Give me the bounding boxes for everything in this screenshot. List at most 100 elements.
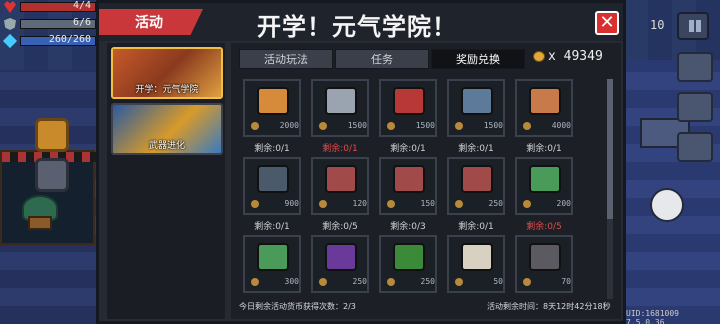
reward-slot[interactable]: 250 <box>447 157 505 215</box>
price-value: 1500 <box>483 121 503 130</box>
coin-icon <box>523 122 531 130</box>
coin-icon <box>455 200 463 208</box>
reward-slot[interactable]: 4000 <box>515 79 573 137</box>
item-price: 120 <box>317 199 367 210</box>
swap-button[interactable] <box>35 158 69 192</box>
book-icon <box>393 87 425 115</box>
reward-slot[interactable]: 70 <box>515 235 573 293</box>
event-remaining-time: 活动剩余时间：8天12时42分18秒 <box>487 302 611 311</box>
remaining-count: 剩余:0/3 <box>390 222 426 232</box>
scrollbar[interactable] <box>607 79 613 299</box>
uid-version: UID:1681009 7.5.0.36 <box>626 309 679 324</box>
event-card-weapon[interactable]: 武器进化 <box>111 103 223 155</box>
ticket-red-icon <box>461 165 493 193</box>
item-price: 250 <box>453 199 503 210</box>
coin-icon <box>387 200 395 208</box>
reward-item[interactable]: 70 <box>515 235 577 293</box>
tab-rewards[interactable]: 奖励兑换 <box>431 49 525 69</box>
remaining-count: 剩余:0/5 <box>322 222 358 232</box>
reward-slot[interactable]: 2000 <box>243 79 301 137</box>
item-price: 1500 <box>385 121 435 132</box>
scrollbar-thumb[interactable] <box>607 79 613 219</box>
price-value: 4000 <box>551 121 571 130</box>
reward-slot[interactable]: 1500 <box>379 79 437 137</box>
reward-item[interactable]: 250 <box>311 235 373 293</box>
price-value: 1500 <box>347 121 367 130</box>
reward-item[interactable]: 250 <box>379 235 441 293</box>
reward-item[interactable]: 2000 剩余:0/1 <box>243 79 305 154</box>
reward-slot[interactable]: 200 <box>515 157 573 215</box>
reward-slot[interactable]: 50 <box>447 235 505 293</box>
stick-icon <box>325 87 357 115</box>
reward-slot[interactable]: 900 <box>243 157 301 215</box>
remaining-count: 剩余:0/1 <box>390 144 426 154</box>
location-button[interactable] <box>35 118 69 152</box>
device-icon <box>461 87 493 115</box>
heart-icon <box>4 1 16 13</box>
reward-item[interactable]: 120 剩余:0/5 <box>311 157 373 232</box>
reward-slot[interactable]: 250 <box>379 235 437 293</box>
reward-item[interactable]: 50 <box>447 235 509 293</box>
reward-slot[interactable]: 250 <box>311 235 369 293</box>
tab-tasks[interactable]: 任务 <box>335 49 429 69</box>
shield-icon <box>4 18 16 30</box>
coin-icon <box>523 278 531 286</box>
event-card-school[interactable]: 开学：元气学院 <box>111 47 223 99</box>
item-price: 900 <box>249 199 299 210</box>
exchange-panel: 活动玩法 任务 奖励兑换 x 49349 2000 剩余:0/1 1500 剩余:0/… <box>231 43 621 319</box>
tab-gameplay[interactable]: 活动玩法 <box>239 49 333 69</box>
energy-icon <box>2 33 18 49</box>
reward-item[interactable]: 150 剩余:0/3 <box>379 157 441 232</box>
price-value: 250 <box>420 277 435 286</box>
close-button[interactable]: ✕ <box>595 11 619 35</box>
reward-slot[interactable]: 1500 <box>447 79 505 137</box>
armor-bar: 6/6 <box>20 17 96 29</box>
remaining-count: 剩余:0/1 <box>458 222 494 232</box>
reward-slot[interactable]: 300 <box>243 235 301 293</box>
coin-icon <box>533 51 545 62</box>
ticket-green-icon <box>529 165 561 193</box>
item-price: 50 <box>453 277 503 288</box>
ore-icon <box>529 243 561 271</box>
pause-button[interactable] <box>677 12 709 40</box>
energy-value: 260/260 <box>48 34 91 45</box>
remaining-count: 剩余:0/1 <box>254 144 290 154</box>
currency-prefix: x <box>548 49 556 64</box>
player-hud: 4/4 6/6 260/260 <box>0 0 100 51</box>
reward-item[interactable]: 4000 剩余:0/1 <box>515 79 577 154</box>
price-value: 900 <box>284 199 299 208</box>
menu-button[interactable] <box>677 52 713 82</box>
reward-slot[interactable]: 150 <box>379 157 437 215</box>
remaining-count: 剩余:0/5 <box>526 222 562 232</box>
item-price: 300 <box>249 277 299 288</box>
remaining-count: 剩余:0/1 <box>526 144 562 154</box>
character-button[interactable] <box>677 92 713 122</box>
price-value: 1500 <box>415 121 435 130</box>
stairs-button[interactable] <box>677 132 713 162</box>
coin-icon <box>319 122 327 130</box>
currency-amount: 49349 <box>563 49 603 64</box>
price-value: 70 <box>561 277 571 286</box>
modal-title: 开学！元气学院！ <box>257 13 457 41</box>
reward-item[interactable]: 200 剩余:0/5 <box>515 157 577 232</box>
reward-slot[interactable]: 1500 <box>311 79 369 137</box>
ticket-green-icon <box>257 243 289 271</box>
reward-item[interactable]: 1500 剩余:0/1 <box>447 79 509 154</box>
reward-item[interactable]: 1500 剩余:0/1 <box>379 79 441 154</box>
currency-display: x 49349 <box>533 49 603 69</box>
price-value: 2000 <box>279 121 299 130</box>
daily-remaining: 今日剩余活动货币获得次数：2/3 <box>239 302 356 311</box>
event-modal: 活动 开学！元气学院！ ✕ 开学：元气学院 武器进化 活动玩法 任务 奖励兑换 … <box>96 0 626 324</box>
armor-row: 6/6 <box>0 17 100 31</box>
reward-item[interactable]: 300 <box>243 235 305 293</box>
emote-button[interactable] <box>650 188 684 222</box>
price-value: 300 <box>284 277 299 286</box>
timer: 10 <box>650 18 665 32</box>
price-value: 120 <box>352 199 367 208</box>
reward-item[interactable]: 250 剩余:0/1 <box>447 157 509 232</box>
reward-item[interactable]: 1500 剩余:0/1 <box>311 79 373 154</box>
reward-item[interactable]: 900 剩余:0/1 <box>243 157 305 232</box>
reward-grid: 2000 剩余:0/1 1500 剩余:0/1 1500 剩余:0/1 1500 剩余:0/1… <box>243 79 599 297</box>
event-sidebar: 开学：元气学院 武器进化 <box>107 43 225 319</box>
reward-slot[interactable]: 120 <box>311 157 369 215</box>
